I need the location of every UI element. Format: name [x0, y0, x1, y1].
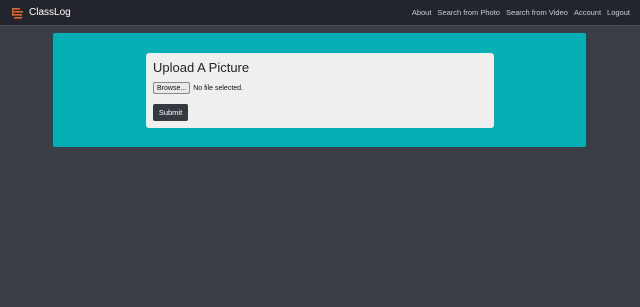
- brand-name: ClassLog: [29, 7, 71, 18]
- nav-link-search-from-photo[interactable]: Search from Photo: [437, 8, 500, 17]
- upload-title: Upload A Picture: [153, 60, 250, 75]
- nav-link-about[interactable]: About: [412, 8, 432, 17]
- browse-button[interactable]: Browse...: [153, 82, 191, 94]
- nav-link-search-from-video[interactable]: Search from Video: [506, 8, 568, 17]
- classlog-logo-icon: [11, 6, 25, 20]
- file-input: Browse... No file selected.: [153, 82, 243, 94]
- upload-panel: Upload A Picture Browse... No file selec…: [53, 33, 586, 147]
- nav-link-logout[interactable]: Logout: [607, 8, 630, 17]
- brand-link[interactable]: ClassLog: [11, 6, 71, 20]
- top-navbar: ClassLog About Search from Photo Search …: [0, 0, 640, 26]
- nav-link-account[interactable]: Account: [574, 8, 601, 17]
- nav-links: About Search from Photo Search from Vide…: [412, 8, 630, 17]
- file-status: No file selected.: [193, 84, 243, 92]
- submit-button[interactable]: Submit: [153, 104, 188, 121]
- upload-card: Upload A Picture Browse... No file selec…: [146, 53, 494, 128]
